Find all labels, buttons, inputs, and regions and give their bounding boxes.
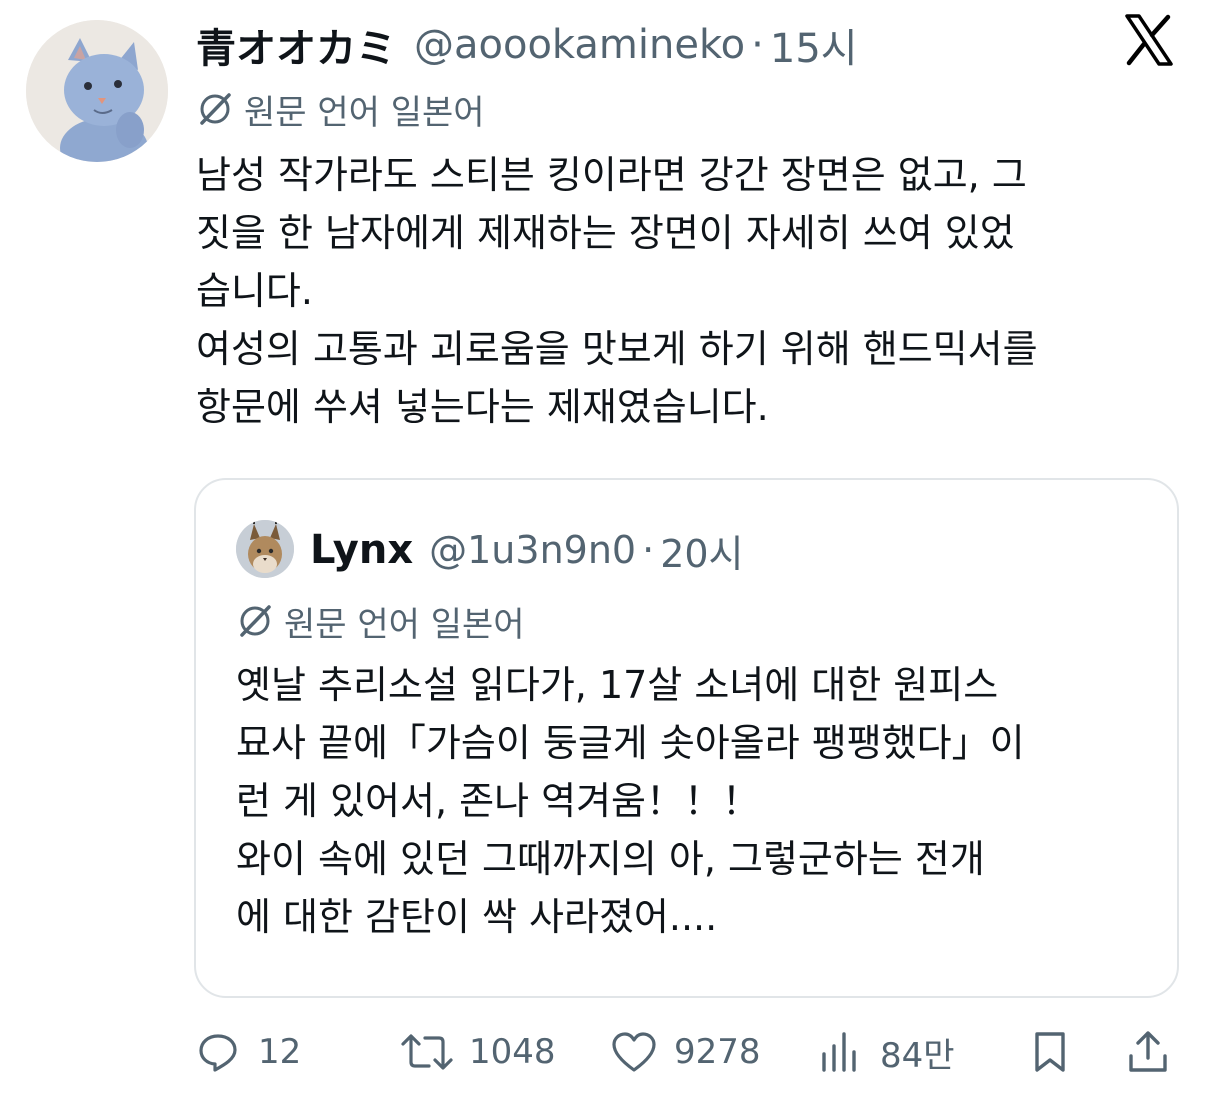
- quoted-tweet-timestamp[interactable]: 20시: [660, 523, 743, 578]
- heart-icon: [612, 1032, 656, 1072]
- quoted-tweet-card[interactable]: Lynx @1u3n9n0 · 20시 원문 언어 일본어 옛날 추리소설 읽다…: [194, 478, 1179, 998]
- tweet-text-line: 항문에 쑤셔 넣는다는 제재였습니다.: [196, 385, 769, 429]
- translation-notice[interactable]: 원문 언어 일본어: [196, 84, 485, 134]
- bookmark-button[interactable]: [1028, 1022, 1072, 1082]
- quoted-translation-label: 원문 언어 일본어: [284, 604, 525, 645]
- repost-button[interactable]: 1048: [399, 1022, 556, 1082]
- translation-label: 원문 언어 일본어: [244, 92, 485, 133]
- quoted-author-display-name[interactable]: Lynx: [310, 527, 413, 573]
- globe-slash-icon: [200, 93, 231, 125]
- quoted-text-line: 옛날 추리소설 읽다가, 17살 소녀에 대한 원피스: [236, 663, 999, 707]
- author-handle[interactable]: @aoookamineko: [414, 22, 745, 68]
- tweet-text: 남성 작가라도 스티븐 킹이라면 강간 장면은 없고, 그 짓을 한 남자에게 …: [196, 146, 1186, 436]
- quoted-author-handle[interactable]: @1u3n9n0: [429, 528, 636, 572]
- separator-dot: ·: [751, 22, 764, 68]
- action-bar: 12 1048 9278 84만: [196, 1022, 1176, 1082]
- views-count: 84만: [880, 1035, 955, 1076]
- x-logo-icon[interactable]: [1124, 14, 1174, 66]
- author-display-name[interactable]: 青オオカミ: [196, 16, 396, 74]
- share-icon: [1129, 1031, 1167, 1072]
- tweet: 青オオカミ @aoookamineko · 15시 원문 언어 일본어 남성 작…: [0, 0, 1206, 1105]
- repost-icon: [401, 1034, 453, 1070]
- views-icon: [822, 1032, 856, 1072]
- reply-button[interactable]: 12: [196, 1022, 301, 1082]
- quoted-text-line: 에 대한 감탄이 싹 사라졌어....: [236, 895, 718, 939]
- tweet-timestamp[interactable]: 15시: [770, 16, 858, 74]
- separator-dot: ·: [642, 528, 655, 572]
- views-button[interactable]: 84만: [818, 1022, 955, 1082]
- like-count: 9278: [674, 1032, 761, 1072]
- avatar-plush-cat-image: [26, 20, 168, 162]
- quoted-text-line: 와이 속에 있던 그때까지의 아, 그렇군하는 전개: [236, 837, 985, 881]
- share-button[interactable]: [1126, 1022, 1170, 1082]
- avatar[interactable]: [26, 20, 168, 162]
- tweet-text-line: 남성 작가라도 스티븐 킹이라면 강간 장면은 없고, 그: [196, 153, 1027, 197]
- reply-icon: [199, 1034, 237, 1072]
- quoted-text-line: 묘사 끝에「가슴이 둥글게 솟아올라 팽팽했다」이: [236, 721, 1025, 765]
- tweet-text-line: 여성의 고통과 괴로움을 맛보게 하기 위해 핸드믹서를: [196, 327, 1038, 371]
- quoted-avatar-lynx-image: [236, 520, 294, 578]
- quoted-text-line: 런 게 있어서, 존나 역겨움！！！: [236, 779, 760, 823]
- tweet-text-line: 습니다.: [196, 269, 313, 313]
- tweet-header: 青オオカミ @aoookamineko · 15시: [196, 14, 858, 76]
- bookmark-icon: [1035, 1032, 1065, 1072]
- quoted-tweet-header: Lynx @1u3n9n0 · 20시: [310, 520, 744, 580]
- repost-count: 1048: [469, 1032, 556, 1072]
- like-button[interactable]: 9278: [610, 1022, 761, 1082]
- tweet-text-line: 짓을 한 남자에게 제재하는 장면이 자세히 쓰여 있었: [196, 211, 1015, 255]
- quoted-tweet-text: 옛날 추리소설 읽다가, 17살 소녀에 대한 원피스 묘사 끝에「가슴이 둥글…: [236, 656, 1156, 946]
- quoted-translation-notice[interactable]: 원문 언어 일본어: [236, 596, 525, 646]
- reply-count: 12: [258, 1032, 302, 1072]
- quoted-avatar[interactable]: [236, 520, 294, 578]
- globe-slash-icon: [240, 605, 271, 637]
